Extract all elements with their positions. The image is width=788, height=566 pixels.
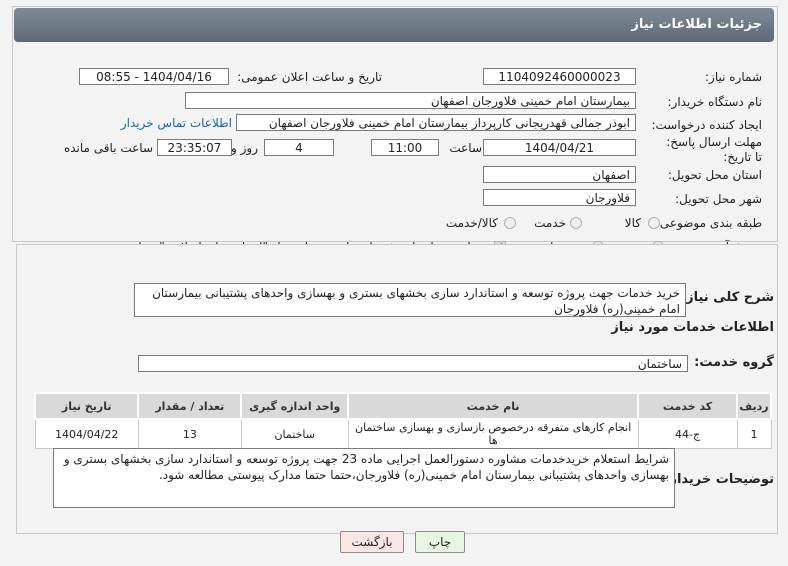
contact-info-link[interactable]: اطلاعات تماس خریدار [121,116,232,130]
province-label: استان محل تحویل: [667,168,762,182]
services-table: ردیف کد خدمت نام خدمت واحد اندازه گیری ت… [33,392,772,449]
days-field[interactable]: 4 [264,139,334,156]
city-field[interactable]: فلاورجان [483,189,636,206]
col-unit: واحد اندازه گیری [240,392,350,420]
category-option-service: خدمت [534,216,566,230]
announce-label: تاریخ و ساعت اعلان عمومی: [237,70,382,84]
creator-field[interactable]: ابوذر جمالی قهدریجانی کارپرداز بیمارستان… [236,114,636,131]
col-code: کد خدمت [637,392,739,420]
days-label: روز و [231,141,258,155]
col-date: تاریخ نیاز [33,392,140,420]
remaining-time-field[interactable]: 23:35:07 [157,139,232,156]
category-option-goods: کالا [624,216,641,230]
page-title-bar: جزئیات اطلاعات نیاز [14,8,774,42]
deadline-time-field[interactable]: 11:00 [371,139,439,156]
buyer-org-label: نام دستگاه خریدار: [667,95,763,109]
print-button[interactable]: چاپ [415,531,465,553]
deadline-date-field[interactable]: 1404/04/21 [483,139,636,156]
category-radio-service[interactable] [570,217,582,229]
remaining-label: ساعت باقی مانده [63,141,153,155]
cell-unit: ساختمان [240,418,349,449]
col-name: نام خدمت [347,392,640,420]
services-section-title: اطلاعات خدمات مورد نیاز [611,320,774,335]
buyer-notes-field[interactable]: شرایط استعلام خریدخدمات مشاوره دستورالعم… [53,448,675,508]
cell-row: 1 [736,418,772,449]
back-button[interactable]: بازگشت [340,531,404,553]
category-option-goods-service: کالا/خدمت [445,216,498,230]
category-radio-goods-service[interactable] [504,217,516,229]
cell-date: 1404/04/22 [34,418,139,449]
creator-label: ایجاد کننده درخواست: [651,118,762,132]
deadline-label: مهلت ارسال پاسخ: تا تاریخ: [666,135,762,164]
col-row: ردیف [736,392,772,420]
col-qty: تعداد / مقدار [137,392,243,420]
need-number-field[interactable]: 1104092460000023 [483,68,636,85]
cell-qty: 13 [137,418,242,449]
table-row[interactable]: 1 ج-44 انجام کارهای متفرقه درخصوص بازساز… [34,418,772,449]
buyer-org-field[interactable]: بیمارستان امام خمینی فلاورجان اصفهان [185,92,636,109]
summary-field[interactable]: خرید خدمات جهت پروژه توسعه و استاندارد س… [134,283,686,317]
service-group-label: گروه خدمت: [694,355,774,370]
city-label: شهر محل تحویل: [675,192,762,206]
page-title: جزئیات اطلاعات نیاز [631,17,762,32]
cell-name: انجام کارهای متفرقه درخصوص بازسازی و بهس… [347,418,639,449]
buyer-notes-label: توضیحات خریدار: [664,472,774,487]
summary-label: شرح کلی نیاز: [680,290,774,305]
province-field[interactable]: اصفهان [483,166,636,183]
need-number-label: شماره نیاز: [705,70,762,84]
category-label: طبقه بندی موضوعی: [655,216,762,230]
category-radio-goods[interactable] [648,217,660,229]
announce-field[interactable]: 1404/04/16 - 08:55 [79,68,229,85]
deadline-time-label: ساعت [449,141,482,155]
services-table-header: ردیف کد خدمت نام خدمت واحد اندازه گیری ت… [33,392,772,420]
service-group-field[interactable]: ساختمان [138,355,688,372]
cell-code: ج-44 [637,418,738,449]
